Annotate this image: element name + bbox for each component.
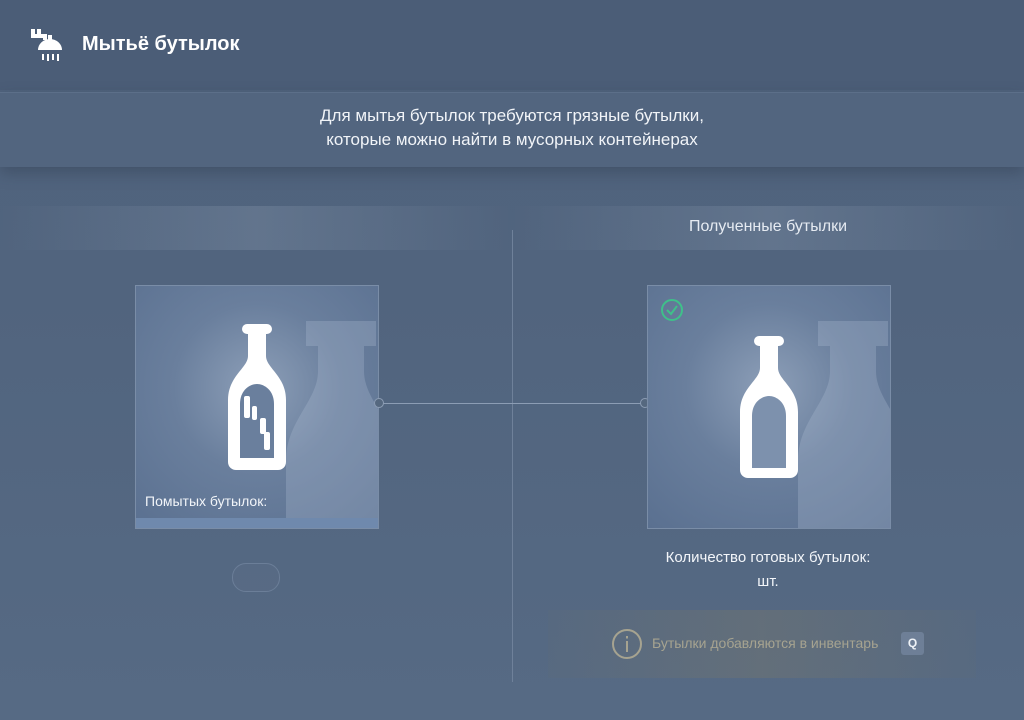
right-column-label: Полученные бутылки bbox=[688, 218, 848, 235]
washed-bottles-caption: Помытых бутылок: bbox=[145, 493, 268, 509]
bottle-silhouette-icon bbox=[286, 321, 378, 528]
hotkey-q-button[interactable]: Q bbox=[901, 632, 924, 655]
clean-bottle-slot[interactable] bbox=[647, 285, 891, 529]
inventory-hint: Бутылки добавляются в инвентарь Q bbox=[548, 610, 976, 678]
shower-icon bbox=[31, 29, 62, 61]
right-column-header: Полученные бутылки bbox=[512, 206, 1024, 250]
connector-node-left bbox=[374, 398, 384, 408]
check-circle-icon bbox=[661, 299, 683, 321]
wash-progress-bar bbox=[136, 518, 378, 528]
action-toggle[interactable] bbox=[232, 563, 280, 592]
bottle-silhouette-icon bbox=[798, 321, 890, 528]
instruction-line-1: Для мытья бутылок требуются грязные буты… bbox=[320, 106, 704, 125]
dirty-bottle-slot[interactable]: Помытых бутылок: bbox=[135, 285, 379, 529]
instruction-banner: Для мытья бутылок требуются грязные буты… bbox=[0, 92, 1024, 167]
process-connector bbox=[378, 403, 646, 404]
ready-bottles-unit: шт. bbox=[757, 573, 779, 590]
instruction-line-2: которые можно найти в мусорных контейнер… bbox=[326, 130, 698, 149]
page-title: Мытьё бутылок bbox=[82, 33, 240, 55]
column-divider bbox=[512, 230, 513, 682]
ready-bottles-label: Количество готовых бутылок: bbox=[665, 549, 871, 566]
info-icon bbox=[612, 629, 642, 659]
left-column-header bbox=[0, 206, 512, 250]
clean-bottle-icon bbox=[740, 336, 798, 478]
inventory-hint-text: Бутылки добавляются в инвентарь bbox=[652, 635, 879, 651]
dirty-bottle-icon bbox=[228, 324, 286, 470]
app-header: Мытьё бутылок bbox=[0, 0, 1024, 90]
